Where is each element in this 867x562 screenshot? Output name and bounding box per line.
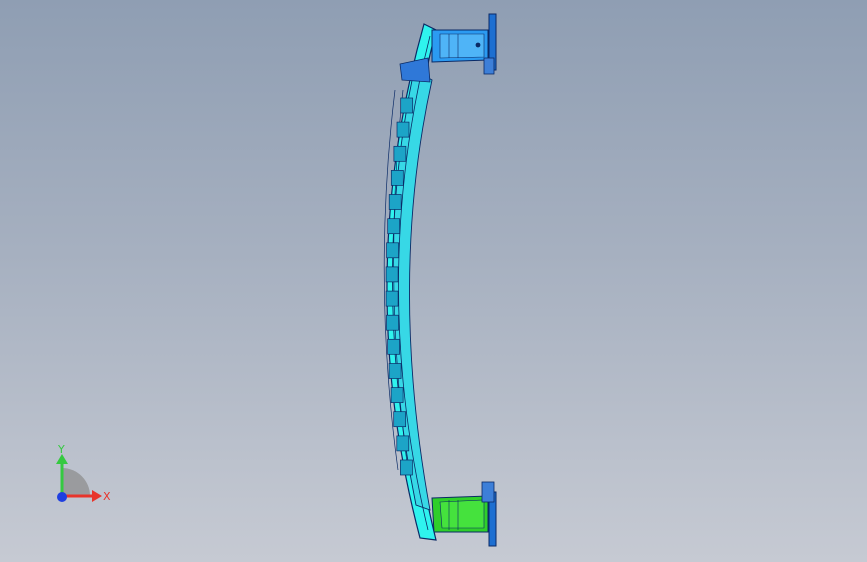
beam-pocket bbox=[388, 363, 402, 379]
beam-pocket bbox=[388, 194, 402, 210]
beam-pocket bbox=[387, 218, 401, 235]
z-axis-dot bbox=[57, 492, 67, 502]
x-axis-arrowhead bbox=[92, 490, 102, 502]
beam-pocket bbox=[396, 435, 410, 452]
beam-pocket bbox=[390, 387, 404, 403]
beam-pocket bbox=[386, 242, 399, 259]
graphics-viewport[interactable]: Y X bbox=[0, 0, 867, 562]
beam-pocket bbox=[393, 145, 407, 162]
beam-pocket bbox=[400, 97, 414, 114]
beam-pocket bbox=[385, 266, 399, 283]
beam-pocket bbox=[393, 411, 407, 428]
beam-pocket bbox=[387, 338, 400, 355]
top-crash-box-bracket[interactable] bbox=[399, 13, 497, 83]
part-model[interactable] bbox=[0, 0, 867, 562]
triad-plane-shading bbox=[62, 468, 90, 496]
coordinate-triad: Y X bbox=[56, 443, 111, 503]
beam-pocket bbox=[390, 170, 404, 186]
y-axis-label: Y bbox=[57, 443, 65, 456]
beam-pocket bbox=[385, 290, 399, 307]
beam-pocket bbox=[396, 121, 410, 138]
beam-pocket bbox=[386, 314, 399, 331]
bottom-crash-box-bracket[interactable] bbox=[431, 481, 497, 547]
beam-pocket bbox=[400, 459, 413, 476]
x-axis-label: X bbox=[103, 490, 111, 503]
